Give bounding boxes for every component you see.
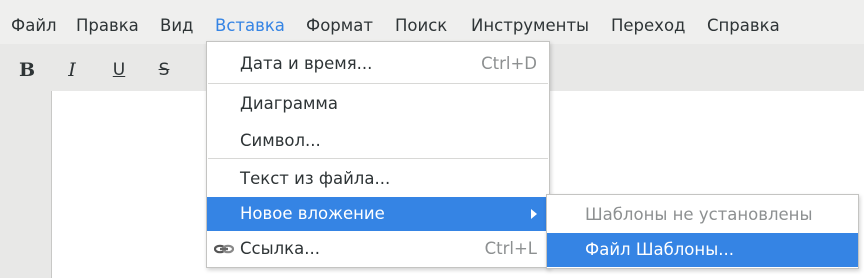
menu-item-label: Текст из файла... xyxy=(240,169,391,188)
menu-item-template-file[interactable]: Файл Шаблоны... xyxy=(547,233,858,267)
menu-item-diagram[interactable]: Диаграмма xyxy=(207,87,549,121)
underline-button[interactable]: U xyxy=(106,57,132,83)
shortcut-label: Ctrl+D xyxy=(481,54,537,73)
submenu-arrow-icon xyxy=(531,209,537,219)
menu-item-label: Дата и время... xyxy=(240,54,373,73)
menu-item-label: Символ... xyxy=(240,131,321,150)
menu-item-date-time[interactable]: Дата и время... Ctrl+D xyxy=(207,47,549,81)
menu-format[interactable]: Формат xyxy=(306,0,373,44)
menu-item-label: Файл Шаблоны... xyxy=(585,240,734,259)
link-icon xyxy=(214,244,234,254)
strikethrough-button[interactable]: S xyxy=(151,57,177,83)
menu-item-no-templates: Шаблоны не установлены xyxy=(547,198,858,232)
menu-insert[interactable]: Вставка xyxy=(215,0,296,44)
menu-go[interactable]: Переход xyxy=(611,0,685,44)
menu-separator xyxy=(208,83,548,84)
insert-menu: Дата и время... Ctrl+D Диаграмма Символ.… xyxy=(206,41,550,268)
menu-item-link[interactable]: Ссылка... Ctrl+L xyxy=(207,232,549,266)
menu-view[interactable]: Вид xyxy=(160,0,193,44)
attachment-submenu: Шаблоны не установлены Файл Шаблоны... xyxy=(546,194,859,269)
menu-item-label: Новое вложение xyxy=(240,204,385,223)
bold-button[interactable]: B xyxy=(14,57,40,83)
shortcut-label: Ctrl+L xyxy=(484,239,537,258)
menu-help[interactable]: Справка xyxy=(707,0,780,44)
menu-search[interactable]: Поиск xyxy=(395,0,447,44)
menu-edit[interactable]: Правка xyxy=(76,0,139,44)
menu-item-symbol[interactable]: Символ... xyxy=(207,124,549,158)
menu-bar: Файл Правка Вид Вставка Формат Поиск Инс… xyxy=(0,0,864,44)
menu-separator xyxy=(208,158,548,159)
menu-file[interactable]: Файл xyxy=(11,0,57,44)
menu-item-label: Диаграмма xyxy=(240,94,338,113)
italic-button[interactable]: I xyxy=(59,57,85,83)
menu-item-label: Ссылка... xyxy=(240,239,320,258)
menu-item-new-attachment[interactable]: Новое вложение xyxy=(207,197,549,231)
menu-tools[interactable]: Инструменты xyxy=(471,0,589,44)
menu-item-text-from-file[interactable]: Текст из файла... xyxy=(207,162,549,196)
menu-item-label: Шаблоны не установлены xyxy=(585,205,813,224)
